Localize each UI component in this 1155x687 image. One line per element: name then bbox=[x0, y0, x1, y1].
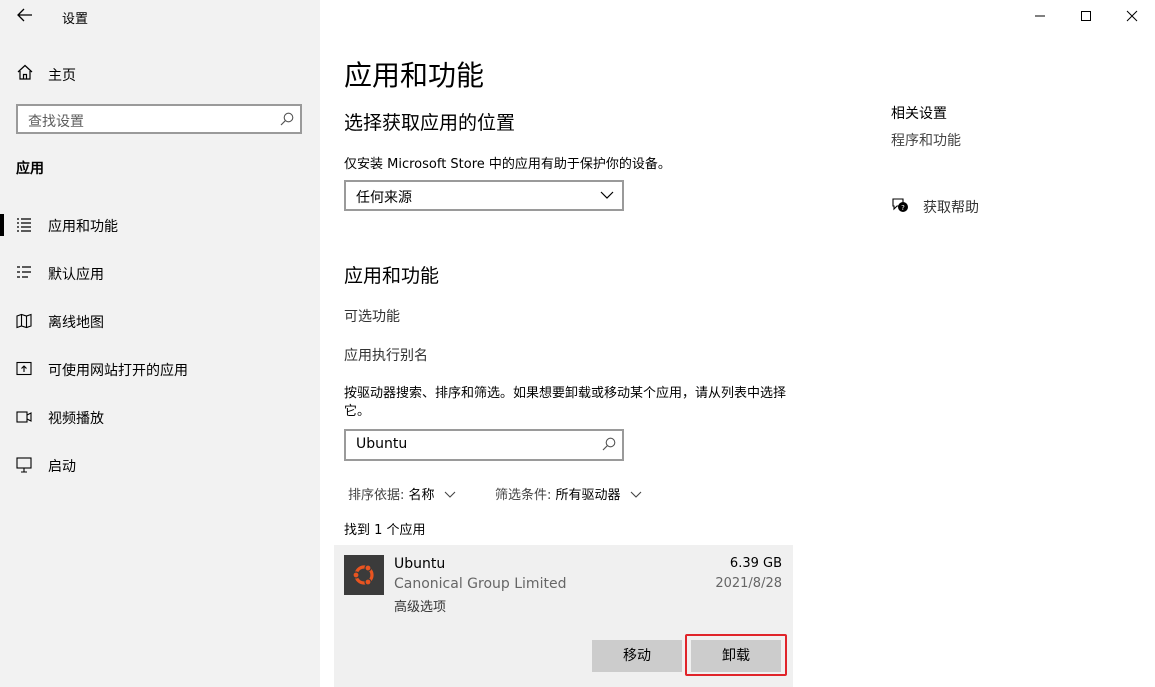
sidebar-item-offline-maps[interactable]: 离线地图 bbox=[0, 301, 320, 341]
instructions-text: 按驱动器搜索、排序和筛选。如果想要卸载或移动某个应用，请从列表中选择它。 bbox=[344, 386, 787, 419]
startup-icon bbox=[16, 457, 32, 473]
advanced-options-link[interactable]: 高级选项 bbox=[394, 596, 446, 615]
home-link[interactable]: 主页 bbox=[48, 65, 76, 85]
chevron-down-icon bbox=[600, 191, 614, 199]
app-date: 2021/8/28 bbox=[715, 576, 782, 591]
home-icon[interactable] bbox=[16, 63, 34, 81]
search-placeholder: 查找设置 bbox=[28, 114, 84, 130]
app-search-value: Ubuntu bbox=[356, 436, 408, 452]
app-publisher: Canonical Group Limited bbox=[394, 576, 567, 592]
apps-features-heading: 应用和功能 bbox=[344, 265, 440, 287]
sidebar-item-label: 视频播放 bbox=[48, 411, 104, 427]
search-icon[interactable] bbox=[280, 112, 294, 126]
move-button[interactable]: 移动 bbox=[592, 640, 682, 672]
sidebar-item-label: 默认应用 bbox=[48, 267, 104, 283]
sidebar-item-default-apps[interactable]: 默认应用 bbox=[0, 253, 320, 293]
store-description: 仅安装 Microsoft Store 中的应用有助于保护你的设备。 bbox=[344, 157, 671, 172]
apps-features-icon bbox=[17, 218, 31, 232]
filter-dropdown[interactable]: 筛选条件: 所有驱动器 bbox=[495, 484, 642, 503]
sidebar-item-video-playback[interactable]: 视频播放 bbox=[0, 397, 320, 437]
dropdown-value: 任何来源 bbox=[356, 190, 412, 206]
sort-dropdown[interactable]: 排序依据: 名称 bbox=[348, 484, 456, 503]
video-playback-icon bbox=[16, 411, 32, 423]
apps-for-websites-icon bbox=[16, 361, 32, 376]
app-source-dropdown[interactable]: 任何来源 bbox=[344, 180, 624, 211]
uninstall-highlight-box bbox=[685, 634, 787, 676]
ubuntu-icon bbox=[344, 555, 384, 595]
filter-value: 所有驱动器 bbox=[555, 488, 621, 503]
maximize-button[interactable] bbox=[1063, 0, 1109, 32]
sidebar-item-label: 启动 bbox=[48, 459, 76, 475]
app-aliases-link[interactable]: 应用执行别名 bbox=[344, 345, 428, 365]
related-settings-title: 相关设置 bbox=[891, 106, 947, 122]
active-indicator bbox=[0, 214, 4, 236]
found-count: 找到 1 个应用 bbox=[344, 523, 426, 538]
sidebar-item-label: 应用和功能 bbox=[48, 219, 118, 235]
sidebar: 设置 主页 查找设置 应用 应用和功能 默认应用 离线地图 可使用网站打开的应用… bbox=[0, 0, 320, 687]
page-title: 应用和功能 bbox=[344, 59, 485, 92]
chevron-down-icon bbox=[444, 491, 456, 498]
app-search-input[interactable]: Ubuntu bbox=[344, 429, 624, 461]
sidebar-item-apps-for-websites[interactable]: 可使用网站打开的应用 bbox=[0, 349, 320, 389]
optional-features-link[interactable]: 可选功能 bbox=[344, 306, 400, 326]
sort-value: 名称 bbox=[408, 488, 435, 503]
sort-label: 排序依据: bbox=[348, 488, 405, 503]
programs-features-link[interactable]: 程序和功能 bbox=[891, 130, 961, 150]
default-apps-icon bbox=[17, 266, 31, 278]
sidebar-item-label: 离线地图 bbox=[48, 315, 104, 331]
sidebar-item-label: 可使用网站打开的应用 bbox=[48, 363, 188, 379]
back-arrow-icon[interactable] bbox=[16, 6, 34, 24]
chevron-down-icon bbox=[630, 491, 642, 498]
settings-search-input[interactable]: 查找设置 bbox=[16, 104, 302, 134]
search-icon[interactable] bbox=[602, 437, 616, 451]
sidebar-item-startup[interactable]: 启动 bbox=[0, 445, 320, 485]
sidebar-section-title: 应用 bbox=[16, 161, 44, 177]
close-button[interactable] bbox=[1109, 0, 1155, 32]
sidebar-item-apps-features[interactable]: 应用和功能 bbox=[0, 205, 320, 245]
app-size: 6.39 GB bbox=[729, 556, 782, 571]
app-name: Ubuntu bbox=[394, 556, 446, 572]
choose-location-heading: 选择获取应用的位置 bbox=[344, 112, 516, 134]
minimize-button[interactable] bbox=[1017, 0, 1063, 32]
window-title: 设置 bbox=[62, 12, 89, 27]
filter-label: 筛选条件: bbox=[495, 488, 552, 503]
help-icon[interactable]: ? bbox=[891, 196, 909, 214]
svg-text:?: ? bbox=[901, 204, 905, 212]
offline-maps-icon bbox=[16, 313, 32, 329]
get-help-link[interactable]: 获取帮助 bbox=[923, 197, 979, 217]
